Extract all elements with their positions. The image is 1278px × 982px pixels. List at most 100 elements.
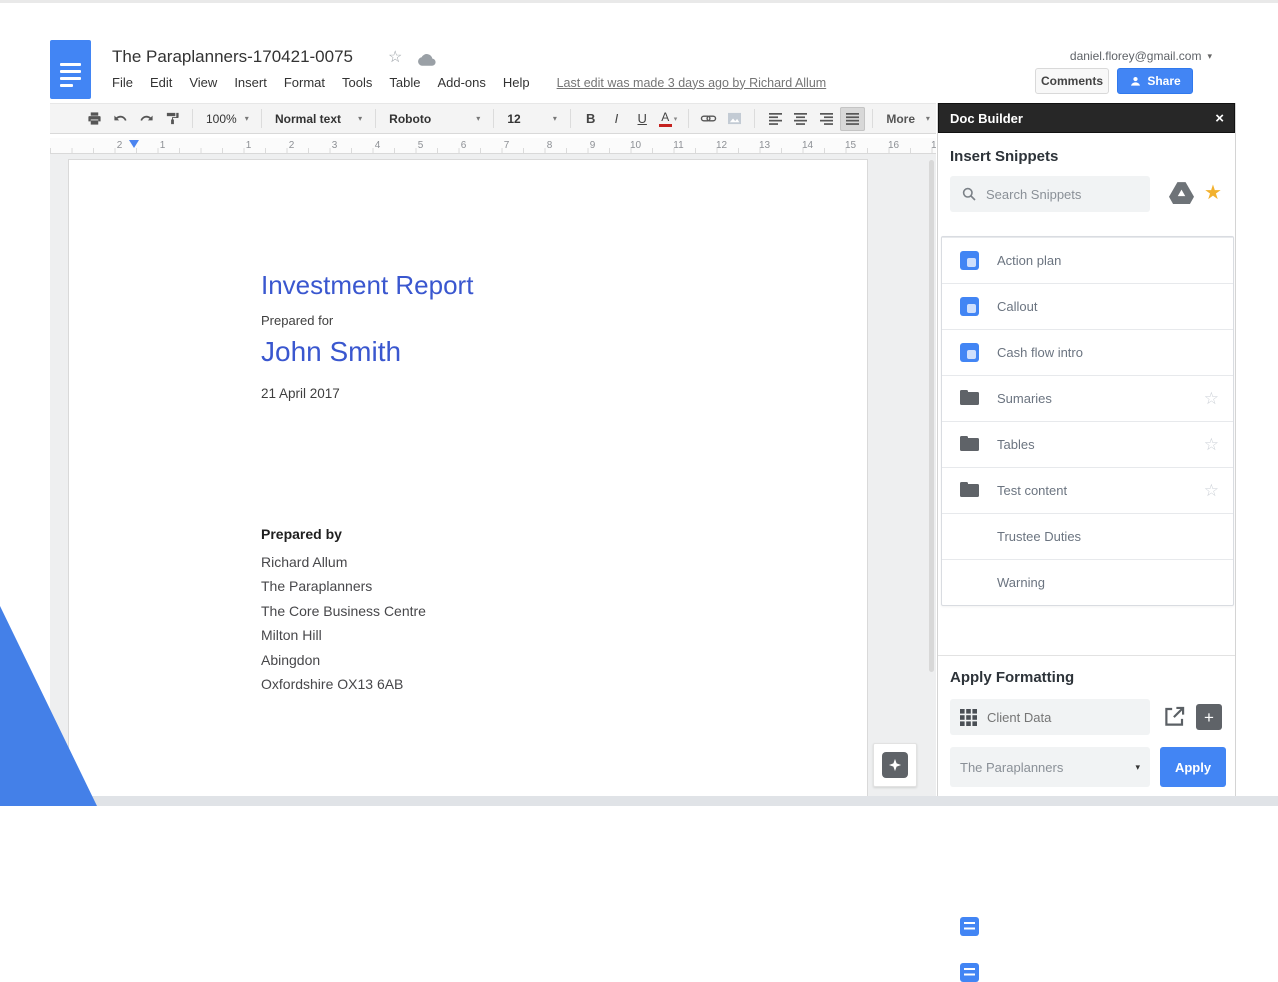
sidebar-header: Doc Builder × xyxy=(938,103,1235,133)
comments-button[interactable]: Comments xyxy=(1035,68,1109,94)
menu-item[interactable]: Table xyxy=(389,75,420,90)
close-icon[interactable]: × xyxy=(1215,111,1224,126)
ruler-number: 5 xyxy=(399,140,442,151)
snippet-label: Callout xyxy=(997,299,1219,314)
prepared-for-label: Prepared for xyxy=(261,313,333,328)
document-text-line: Milton Hill xyxy=(261,623,426,647)
snippet-icon xyxy=(960,343,979,362)
menu-item[interactable]: Format xyxy=(284,75,325,90)
prepared-by-block: Richard AllumThe ParaplannersThe Core Bu… xyxy=(261,550,426,696)
align-left-button[interactable] xyxy=(762,107,788,131)
frame-top-border xyxy=(0,0,1278,3)
menu-item[interactable]: Help xyxy=(503,75,530,90)
ruler-number: 9 xyxy=(571,140,614,151)
font-size-select[interactable]: 12 ▾ xyxy=(501,107,563,131)
ruler-number: 2 xyxy=(270,140,313,151)
explore-star-icon xyxy=(882,752,908,778)
open-in-new-icon[interactable] xyxy=(1162,704,1187,729)
add-button[interactable]: + xyxy=(1196,704,1222,730)
paint-format-button[interactable] xyxy=(159,107,185,131)
apply-formatting-heading: Apply Formatting xyxy=(950,669,1074,686)
chevron-down-icon: ▾ xyxy=(358,114,362,123)
ruler-number: 4 xyxy=(356,140,399,151)
snippet-icon xyxy=(960,435,979,454)
snippet-item[interactable]: Trustee Duties xyxy=(942,513,1233,559)
bold-button[interactable]: B xyxy=(578,107,604,131)
more-button[interactable]: More ▾ xyxy=(880,107,936,131)
underline-button[interactable]: U xyxy=(629,107,655,131)
snippet-item[interactable]: Callout xyxy=(942,283,1233,329)
font-size-value: 12 xyxy=(507,112,520,126)
favorites-star-icon[interactable]: ★ xyxy=(1204,179,1222,207)
menu-item[interactable]: Tools xyxy=(342,75,372,90)
snippet-label: Warning xyxy=(997,575,1219,590)
doc-builder-sidebar: Doc Builder × Insert Snippets ★ Action p… xyxy=(937,103,1236,796)
vertical-scrollbar[interactable] xyxy=(929,160,934,672)
star-document-icon[interactable]: ☆ xyxy=(388,50,402,66)
chevron-down-icon: ▾ xyxy=(1135,762,1140,773)
insert-image-button[interactable] xyxy=(722,107,748,131)
text-color-swatch xyxy=(659,124,672,127)
align-right-button[interactable] xyxy=(814,107,840,131)
print-button[interactable] xyxy=(82,107,108,131)
align-justify-button[interactable] xyxy=(840,107,866,131)
frame-bottom-strip xyxy=(0,796,1278,806)
snippet-item[interactable]: Tables ☆ xyxy=(942,421,1233,467)
snippet-icon xyxy=(960,481,979,500)
snippet-icon xyxy=(960,963,979,982)
saved-to-drive-icon[interactable] xyxy=(417,53,436,67)
google-docs-logo[interactable] xyxy=(50,40,91,99)
align-center-button[interactable] xyxy=(788,107,814,131)
menu-item[interactable]: Add-ons xyxy=(437,75,485,90)
document-page[interactable]: Investment Report Prepared for John Smit… xyxy=(68,159,868,796)
last-edit-link[interactable]: Last edit was made 3 days ago by Richard… xyxy=(557,76,827,90)
zoom-select[interactable]: 100% ▾ xyxy=(200,107,254,131)
chevron-down-icon: ▾ xyxy=(674,115,678,123)
document-title[interactable]: The Paraplanners-170421-0075 xyxy=(112,47,353,67)
sidebar-title: Doc Builder xyxy=(950,111,1023,126)
client-data-field[interactable] xyxy=(950,699,1150,735)
snippet-icon xyxy=(960,389,979,408)
star-outline-icon[interactable]: ☆ xyxy=(1204,436,1219,453)
share-button[interactable]: Share xyxy=(1117,68,1193,94)
snippet-search-row: ★ xyxy=(950,176,1225,212)
ruler-number: 14 xyxy=(786,140,829,151)
ruler-number: 13 xyxy=(743,140,786,151)
snippet-label: Test content xyxy=(997,483,1204,498)
ruler-number: 7 xyxy=(485,140,528,151)
star-outline-icon[interactable]: ☆ xyxy=(1204,390,1219,407)
snippet-item[interactable]: Sumaries ☆ xyxy=(942,375,1233,421)
ruler-number xyxy=(184,140,227,151)
paragraph-style-select[interactable]: Normal text ▾ xyxy=(269,107,368,131)
ruler[interactable]: 21123456789101112131415161718 xyxy=(50,138,936,154)
formatting-profile-select[interactable]: The Paraplanners ▾ xyxy=(950,747,1150,787)
snippet-item[interactable]: Action plan xyxy=(942,237,1233,283)
explore-button[interactable] xyxy=(873,743,917,787)
star-outline-icon[interactable]: ☆ xyxy=(1204,482,1219,499)
indent-marker[interactable] xyxy=(129,140,139,148)
drive-icon[interactable] xyxy=(1169,182,1194,204)
ruler-number: 12 xyxy=(700,140,743,151)
menu-item[interactable]: File xyxy=(112,75,133,90)
snippet-item[interactable]: Cash flow intro xyxy=(942,329,1233,375)
menu-item[interactable]: Insert xyxy=(234,75,267,90)
apply-button[interactable]: Apply xyxy=(1160,747,1226,787)
account-email: daniel.florey@gmail.com xyxy=(1070,49,1202,63)
text-color-button[interactable]: A ▾ xyxy=(655,107,681,131)
redo-button[interactable] xyxy=(134,107,160,131)
snippet-item[interactable]: Test content ☆ xyxy=(942,467,1233,513)
search-input[interactable] xyxy=(950,176,1150,212)
font-value: Roboto xyxy=(389,112,431,126)
ruler-number: 10 xyxy=(614,140,657,151)
insert-link-button[interactable] xyxy=(696,107,722,131)
menu-item[interactable]: Edit xyxy=(150,75,172,90)
undo-button[interactable] xyxy=(108,107,134,131)
snippet-item[interactable]: Warning xyxy=(942,559,1233,605)
font-select[interactable]: Roboto ▾ xyxy=(383,107,486,131)
client-data-input[interactable] xyxy=(987,710,1127,725)
snippet-icon xyxy=(960,917,979,936)
snippet-label: Tables xyxy=(997,437,1204,452)
menu-item[interactable]: View xyxy=(189,75,217,90)
account-menu[interactable]: daniel.florey@gmail.com ▾ xyxy=(1070,49,1212,63)
italic-button[interactable]: I xyxy=(604,107,630,131)
